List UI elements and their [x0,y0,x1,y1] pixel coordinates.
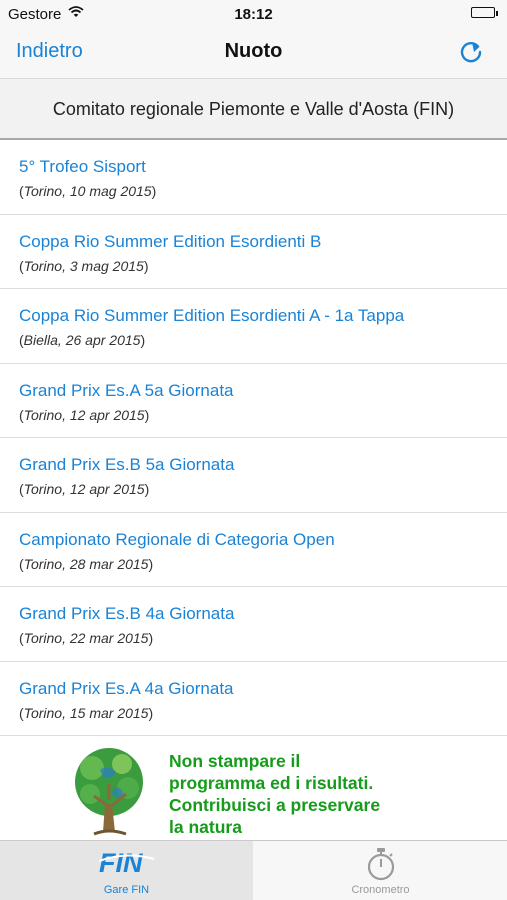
banner-line: programma ed i risultati. [169,773,374,793]
event-date: 22 mar 2015 [69,630,149,646]
list-item[interactable]: Grand Prix Es.B 5a Giornata (Torino, 12 … [0,438,507,513]
refresh-icon[interactable] [457,38,485,66]
event-place-date: Torino, 10 mag 2015 [23,183,152,199]
stopwatch-icon [365,847,397,886]
event-place: Torino [23,481,63,497]
event-place-date: Torino, 15 mar 2015 [23,704,149,721]
banner-line: la natura [169,817,242,837]
event-date: 12 apr 2015 [69,481,145,497]
event-place-date: Torino, 12 apr 2015 [23,406,145,423]
event-details: (Torino, 15 mar 2015) [19,704,154,721]
event-place: Torino [23,406,63,423]
event-name: Coppa Rio Summer Edition Esordienti A - … [19,306,405,325]
event-date: 12 apr 2015 [69,406,145,423]
event-name: Grand Prix Es.B 4a Giornata [19,604,235,623]
event-details: (Torino, 12 apr 2015) [19,406,150,423]
status-bar: Gestore 18:12 [0,0,507,28]
banner-line: Non stampare il [169,751,301,771]
list-item[interactable]: Grand Prix Es.B 4a Giornata (Torino, 22 … [0,587,507,662]
event-name: 5° Trofeo Sisport [19,157,146,176]
section-header: Comitato regionale Piemonte e Valle d'Ao… [0,78,507,140]
event-details: (Torino, 10 mag 2015) [19,183,157,199]
list-item[interactable]: Coppa Rio Summer Edition Esordienti B (T… [0,215,507,289]
list-item[interactable]: Coppa Rio Summer Edition Esordienti A - … [0,289,507,364]
list-item[interactable]: Campionato Regionale di Categoria Open (… [0,513,507,587]
event-name: Grand Prix Es.B 5a Giornata [19,455,235,474]
event-details: (Torino, 28 mar 2015) [19,555,154,572]
tab-cronometro[interactable]: Cronometro [254,841,507,900]
event-details: (Torino, 22 mar 2015) [19,630,154,646]
event-name: Grand Prix Es.A 4a Giornata [19,678,234,698]
event-place: Biella [23,332,58,348]
tab-label: Cronometro [351,884,410,896]
banner-line: Contribuisci a preservare [169,795,381,815]
event-date: 10 mag 2015 [69,183,152,199]
event-place-date: Torino, 28 mar 2015 [23,555,149,572]
event-details: (Biella, 26 apr 2015) [19,332,146,348]
event-place: Torino [23,257,63,274]
event-date: 15 mar 2015 [69,704,149,721]
event-place: Torino [23,183,63,199]
eco-banner[interactable]: Non stampare il programma ed i risultati… [0,740,507,840]
list-item[interactable]: Grand Prix Es.A 5a Giornata (Torino, 12 … [0,364,507,438]
event-place-date: Torino, 3 mag 2015 [23,257,144,274]
event-place-date: Torino, 12 apr 2015 [23,481,145,497]
event-place: Torino [23,704,63,721]
tab-gare-fin[interactable]: FIN Gare FIN [0,841,253,900]
list-item[interactable]: Grand Prix Es.A 4a Giornata (Torino, 15 … [0,662,507,736]
event-date: 26 apr 2015 [65,332,141,348]
event-date: 3 mag 2015 [69,257,144,274]
event-details: (Torino, 12 apr 2015) [19,481,150,497]
event-date: 28 mar 2015 [69,555,149,572]
tree-globe-icon [70,744,148,836]
tab-bar: FIN Gare FIN Cronometro [0,840,507,900]
event-place: Torino [23,630,63,646]
fin-logo-icon: FIN [96,847,158,882]
event-place-date: Biella, 26 apr 2015 [23,332,141,348]
navigation-bar: Indietro Nuoto [0,28,507,78]
battery-tip [496,11,498,16]
page-title: Nuoto [224,40,283,62]
event-name: Campionato Regionale di Categoria Open [19,529,335,549]
clock-label: 18:12 [234,6,273,23]
event-list: 5° Trofeo Sisport (Torino, 10 mag 2015) … [0,140,507,736]
svg-text:FIN: FIN [99,848,143,877]
battery-icon [471,7,495,18]
event-place-date: Torino, 22 mar 2015 [23,630,149,646]
tab-label: Gare FIN [103,884,150,896]
list-item[interactable]: 5° Trofeo Sisport (Torino, 10 mag 2015) [0,140,507,215]
banner-text: Non stampare il programma ed i risultati… [169,750,499,838]
event-place: Torino [23,555,63,572]
event-name: Grand Prix Es.A 5a Giornata [19,380,234,400]
event-name: Coppa Rio Summer Edition Esordienti B [19,231,322,251]
event-details: (Torino, 3 mag 2015) [19,257,149,274]
